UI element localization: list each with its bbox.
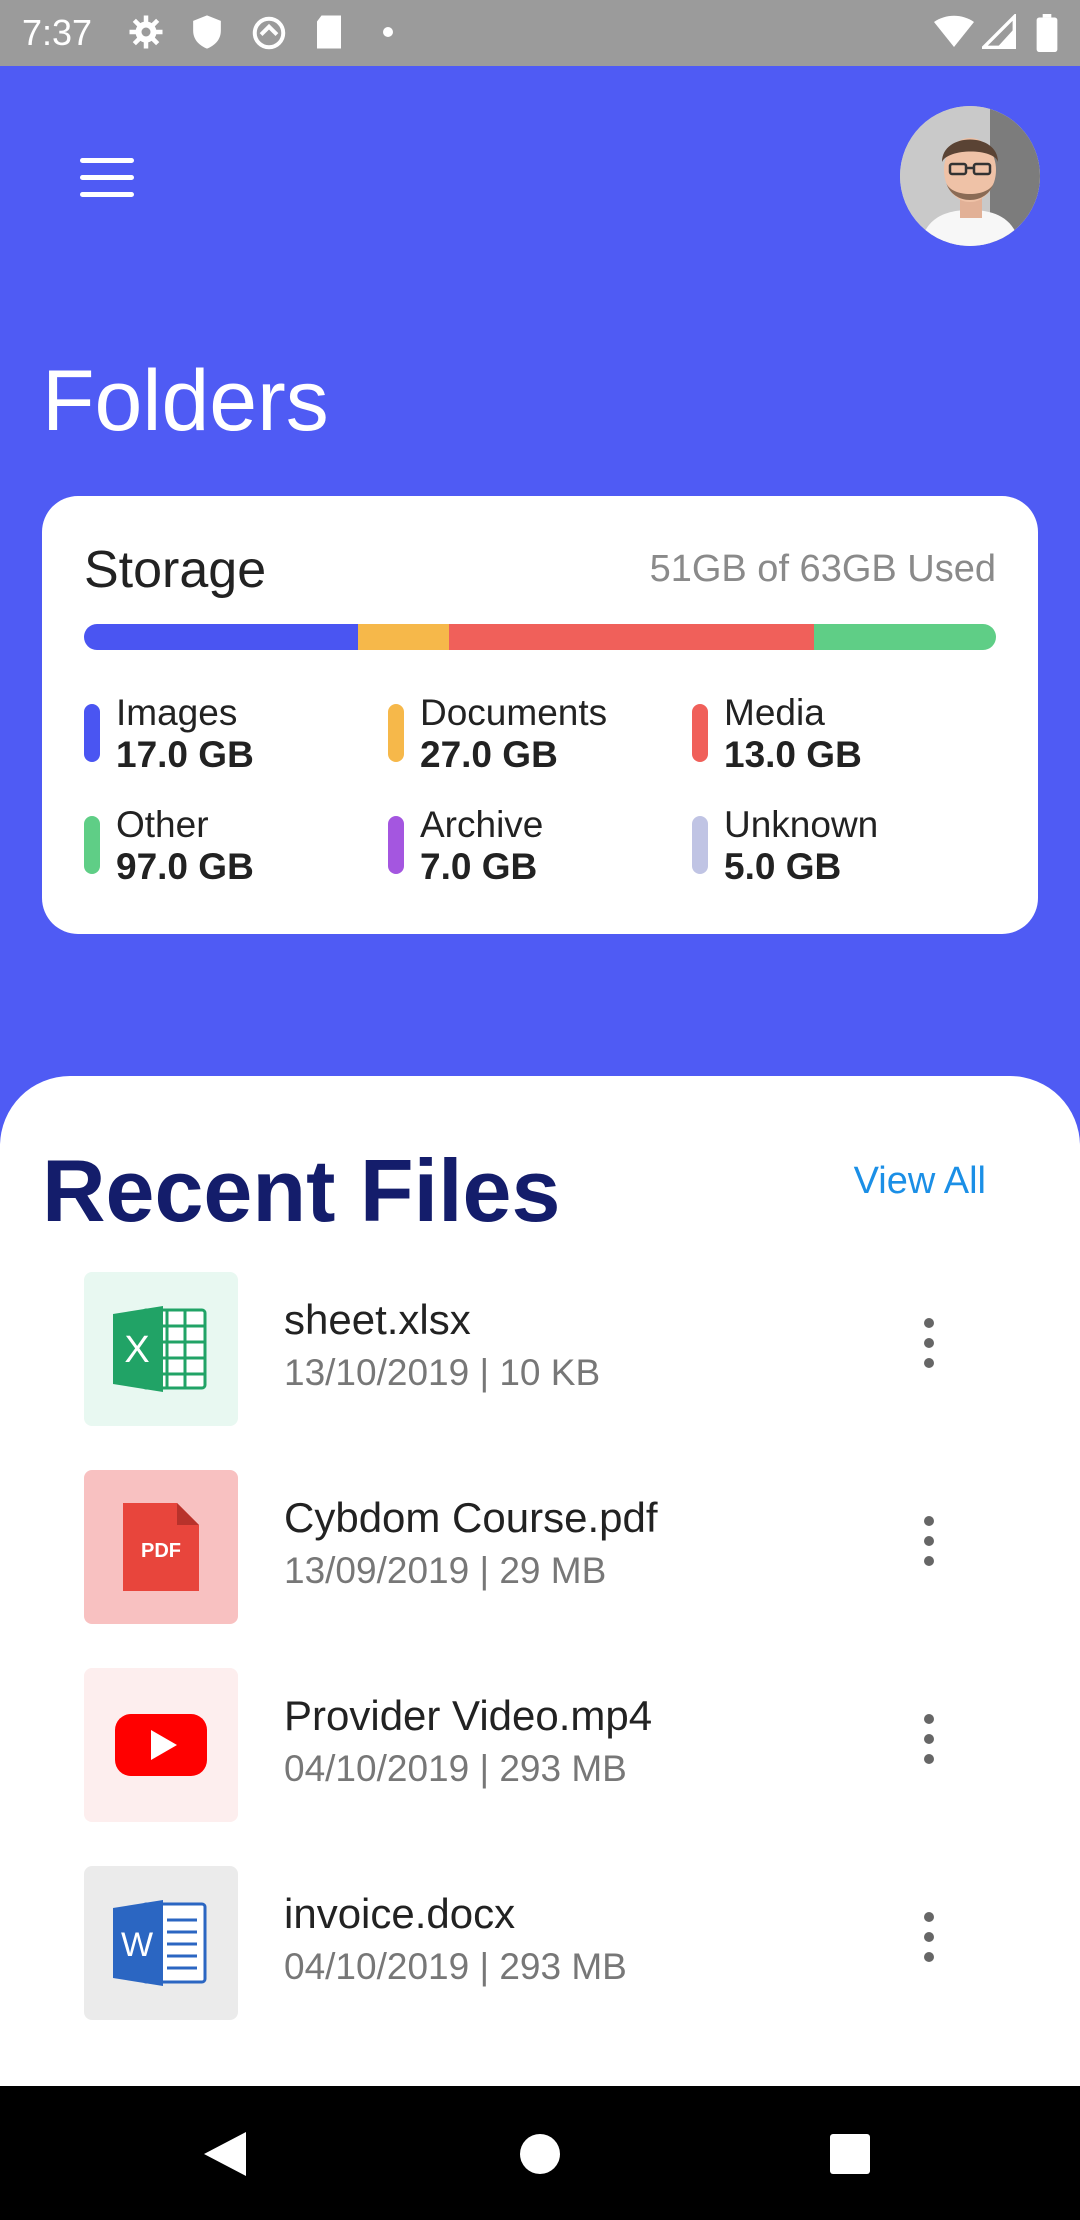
status-time: 7:37 <box>22 12 93 53</box>
storage-item-label: Other <box>116 804 209 845</box>
file-name: Provider Video.mp4 <box>284 1692 653 1739</box>
storage-item-value: 7.0 GB <box>420 846 538 887</box>
file-name: sheet.xlsx <box>284 1296 471 1343</box>
storage-item-images: Images 17.0 GB <box>84 692 384 775</box>
file-row[interactable]: PDF Cybdom Course.pdf 13/09/2019 | 29 MB <box>0 1470 1080 1630</box>
unknown-color-indicator <box>692 816 708 874</box>
recents-icon[interactable] <box>828 2132 872 2176</box>
storage-bar-segment-documents <box>357 624 449 650</box>
shield-icon <box>193 15 221 49</box>
file-thumbnail: X <box>84 1272 238 1426</box>
youtube-icon <box>115 1714 207 1776</box>
storage-item-unknown: Unknown 5.0 GB <box>692 804 992 887</box>
storage-item-label: Media <box>724 692 825 733</box>
dot-icon <box>383 27 393 37</box>
storage-item-value: 5.0 GB <box>724 846 842 887</box>
storage-item-label: Images <box>116 692 238 733</box>
file-meta: 13/10/2019 | 10 KB <box>284 1352 601 1393</box>
storage-bar-segment-other <box>813 624 996 650</box>
view-all-link[interactable]: View All <box>854 1160 986 1203</box>
system-nav-bar <box>0 2086 1080 2220</box>
storage-bar-segment-images <box>84 624 358 650</box>
user-avatar[interactable] <box>900 106 1040 246</box>
file-name: Cybdom Course.pdf <box>284 1494 658 1541</box>
storage-item-label: Documents <box>420 692 608 733</box>
battery-icon <box>1036 14 1058 52</box>
file-thumbnail <box>84 1668 238 1822</box>
more-options-icon[interactable] <box>908 1318 948 1378</box>
wifi-icon <box>934 15 974 47</box>
word-icon: W <box>113 1900 207 1986</box>
storage-item-label: Unknown <box>724 804 879 845</box>
page-title: Folders <box>42 353 329 449</box>
storage-item-other: Other 97.0 GB <box>84 804 384 887</box>
pdf-icon-label: PDF <box>141 1540 181 1562</box>
archive-color-indicator <box>388 816 404 874</box>
storage-item-value: 17.0 GB <box>116 734 254 775</box>
recent-files-title: Recent Files <box>42 1141 561 1240</box>
media-color-indicator <box>692 704 708 762</box>
excel-icon: X <box>113 1306 207 1392</box>
file-meta: 04/10/2019 | 293 MB <box>284 1946 627 1987</box>
storage-item-value: 27.0 GB <box>420 734 558 775</box>
documents-color-indicator <box>388 704 404 762</box>
file-row[interactable]: W invoice.docx 04/10/2019 | 293 MB <box>0 1866 1080 2026</box>
storage-usage-text: 51GB of 63GB Used <box>649 548 996 590</box>
home-icon[interactable] <box>518 2132 562 2176</box>
settings-icon <box>129 15 163 49</box>
storage-card: Storage 51GB of 63GB Used Images 17.0 GB… <box>42 496 1038 934</box>
storage-bar-segment-media <box>448 624 814 650</box>
storage-item-value: 97.0 GB <box>116 846 254 887</box>
other-color-indicator <box>84 816 100 874</box>
storage-item-value: 13.0 GB <box>724 734 862 775</box>
storage-item-archive: Archive 7.0 GB <box>388 804 688 887</box>
file-meta: 13/09/2019 | 29 MB <box>284 1550 607 1591</box>
file-name: invoice.docx <box>284 1890 516 1937</box>
storage-usage-bar <box>84 624 996 650</box>
more-options-icon[interactable] <box>908 1516 948 1576</box>
recent-files-panel: Recent Files View All X sheet.xlsx 13/10… <box>0 1076 1080 2086</box>
file-meta: 04/10/2019 | 293 MB <box>284 1748 627 1789</box>
sync-icon <box>252 16 286 50</box>
storage-item-media: Media 13.0 GB <box>692 692 992 775</box>
avatar-image <box>900 106 1040 246</box>
storage-item-label: Archive <box>420 804 544 845</box>
file-row[interactable]: X sheet.xlsx 13/10/2019 | 10 KB <box>0 1272 1080 1432</box>
status-bar: 7:37 <box>0 0 1080 66</box>
file-thumbnail: W <box>84 1866 238 2020</box>
back-icon[interactable] <box>202 2130 248 2178</box>
file-row[interactable]: Provider Video.mp4 04/10/2019 | 293 MB <box>0 1668 1080 1828</box>
more-options-icon[interactable] <box>908 1912 948 1972</box>
file-thumbnail: PDF <box>84 1470 238 1624</box>
sd-card-icon <box>317 15 341 49</box>
svg-text:X: X <box>124 1329 149 1371</box>
signal-icon <box>982 14 1016 49</box>
svg-text:W: W <box>121 1926 153 1964</box>
images-color-indicator <box>84 704 100 762</box>
pdf-icon: PDF <box>123 1503 199 1591</box>
hamburger-menu-icon[interactable] <box>80 158 134 198</box>
storage-item-documents: Documents 27.0 GB <box>388 692 688 775</box>
storage-title: Storage <box>84 541 267 599</box>
more-options-icon[interactable] <box>908 1714 948 1774</box>
